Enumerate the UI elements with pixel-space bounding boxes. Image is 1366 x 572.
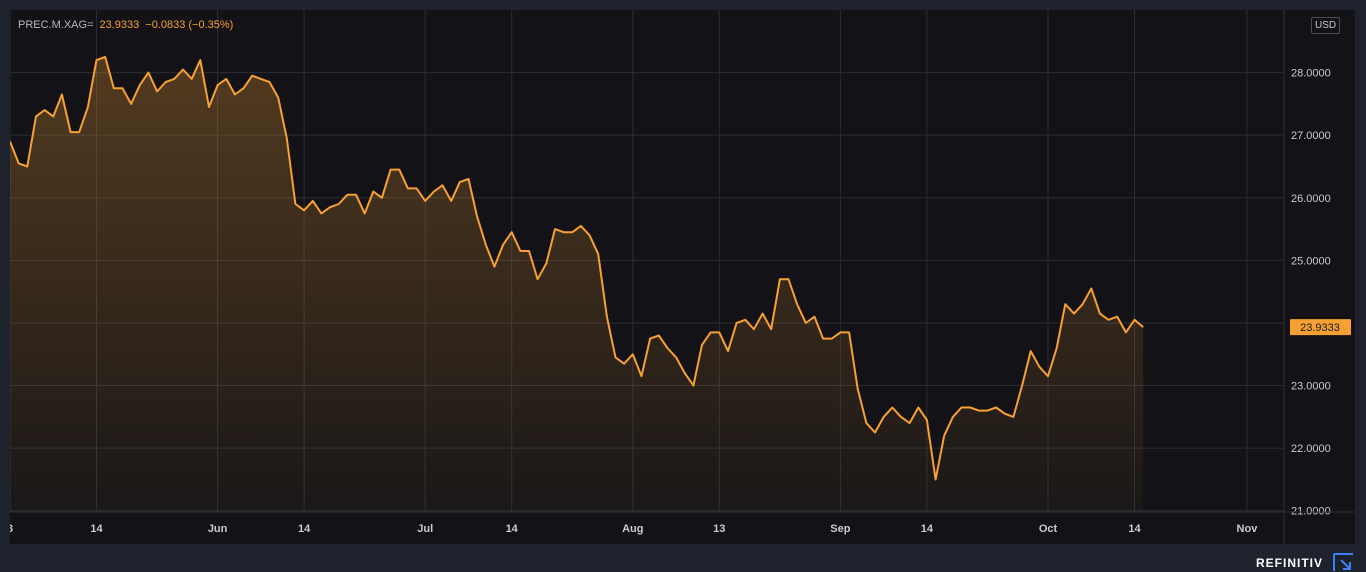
- x-tick-label: 14: [921, 523, 934, 535]
- price-change: −0.0833 (−0.35%): [145, 19, 234, 31]
- chart-panel[interactable]: 21.000022.000023.000024.000025.000026.00…: [10, 10, 1355, 544]
- last-price-tag: 23.9333: [1290, 319, 1351, 336]
- refinitiv-logo-text: REFINITIV: [1256, 556, 1324, 570]
- price-chart[interactable]: 21.000022.000023.000024.000025.000026.00…: [10, 10, 1355, 544]
- y-tick-label: 27.0000: [1291, 130, 1331, 142]
- y-tick-label: 25.0000: [1291, 255, 1331, 267]
- x-tick-label: Sep: [830, 523, 850, 535]
- x-tick-label: Jul: [417, 523, 433, 535]
- x-tick-label: 14: [1128, 523, 1141, 535]
- last-price: 23.9333: [99, 19, 140, 31]
- x-tick-label: 14: [90, 523, 103, 535]
- symbol-legend: PREC.M.XAG= 23.9333 −0.0833 (−0.35%): [18, 19, 233, 31]
- x-tick-label: 14: [506, 523, 519, 535]
- x-tick-label: Jun: [208, 523, 228, 535]
- y-tick-label: 26.0000: [1291, 193, 1331, 205]
- last-price-tag-label: 23.9333: [1300, 322, 1340, 334]
- y-tick-label: 22.0000: [1291, 443, 1331, 455]
- x-tick-label: 3: [10, 523, 13, 535]
- area-fill: [10, 56, 1144, 513]
- symbol-name: PREC.M.XAG=: [18, 19, 94, 31]
- x-tick-label: 14: [298, 523, 311, 535]
- y-tick-label: 28.0000: [1291, 68, 1331, 80]
- price-area: [10, 56, 1144, 513]
- currency-badge[interactable]: USD: [1311, 17, 1341, 34]
- x-tick-label: Oct: [1039, 523, 1058, 535]
- refinitiv-logo-icon: [1333, 553, 1353, 571]
- x-tick-label: Nov: [1237, 523, 1259, 535]
- y-tick-label: 23.0000: [1291, 381, 1331, 393]
- x-tick-label: Aug: [622, 523, 643, 535]
- x-tick-label: 13: [713, 523, 725, 535]
